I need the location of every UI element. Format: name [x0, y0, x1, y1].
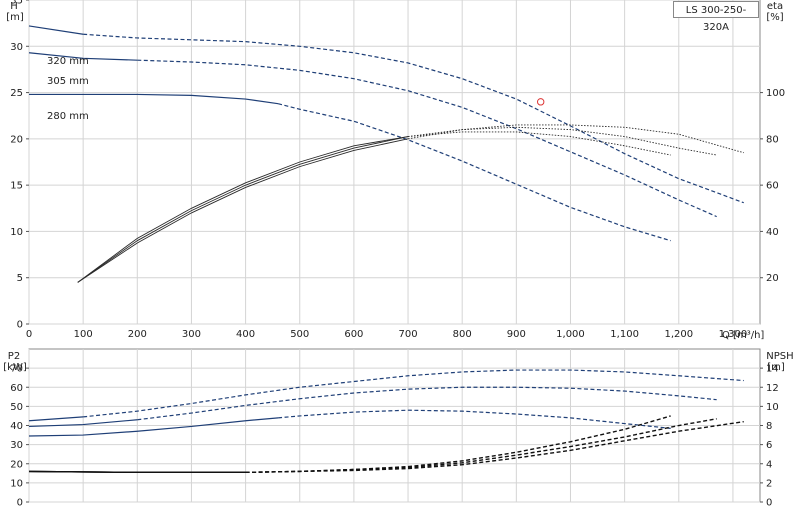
top-series-4-solid: [77, 136, 409, 283]
x-tick-label: 200: [128, 329, 147, 340]
x-tick-label: 1,100: [610, 329, 639, 340]
x-tick-label: 100: [74, 329, 93, 340]
curve-label-280: 280 mm: [47, 111, 89, 122]
x-tick-label: 1,200: [664, 329, 693, 340]
x-tick-label: 600: [344, 329, 363, 340]
bottom-right-axis-label-2: [m]: [767, 362, 785, 373]
curve-label-305: 305 mm: [47, 76, 89, 87]
top-y-tick-label: 5: [17, 273, 23, 284]
bottom-y-tick-label: 50: [10, 402, 23, 413]
bottom-series-0-solid: [28, 416, 84, 422]
top-y-tick-label: 10: [10, 227, 23, 238]
top-y2-tick-label: 80: [766, 134, 779, 145]
top-right-axis-label-2: [%]: [766, 12, 783, 23]
bottom-right-axis-label-1: NPSH: [766, 351, 793, 362]
x-tick-label: 900: [507, 329, 526, 340]
bottom-y2-tick-label: 8: [766, 421, 772, 432]
top-y-tick-label: 0: [17, 320, 23, 331]
top-right-axis-label-1: eta: [767, 1, 783, 12]
chart-labels: H [m] eta [%] Q [m³/h] P2 [kW] NPSH [m] …: [3, 1, 793, 373]
bottom-chart-grid: 01020304050607002468101214: [10, 348, 779, 509]
x-tick-label: 800: [453, 329, 472, 340]
top-series-0-solid: [28, 25, 84, 35]
bottom-y-tick-label: 0: [17, 498, 23, 509]
top-y-tick-label: 30: [10, 42, 23, 53]
bottom-y2-tick-label: 4: [766, 459, 772, 470]
top-y-tick-label: 25: [10, 88, 23, 99]
x-tick-label: 400: [236, 329, 255, 340]
pump-model-title: LS 300-250-320A: [673, 1, 759, 33]
x-tick-label: 500: [290, 329, 309, 340]
top-chart-grid: 0 100 200 300 400 500 600 700 800 900 1,000 1,100 1,…: [10, 0, 785, 340]
top-y2-tick-label: 100: [766, 88, 785, 99]
x-tick-label: 0: [26, 329, 32, 340]
bottom-y2-tick-label: 10: [766, 402, 779, 413]
duty-point-marker: [537, 98, 545, 106]
top-y-tick-label: 20: [10, 134, 23, 145]
bottom-y-tick-label: 20: [10, 459, 23, 470]
top-series-5-solid: [77, 136, 409, 283]
top-plot-frame: [28, 0, 761, 325]
top-left-axis-label-1: H: [10, 1, 18, 12]
top-series-5-dashed: [407, 131, 671, 156]
top-series-0-dashed: [83, 33, 744, 204]
top-y2-tick-label: 40: [766, 227, 779, 238]
curve-label-320: 320 mm: [47, 56, 89, 67]
bottom-y2-tick-label: 6: [766, 440, 772, 451]
bottom-y-tick-label: 60: [10, 383, 23, 394]
bottom-chart-curves: [28, 369, 744, 474]
bottom-left-axis-label-2: [kW]: [3, 362, 27, 373]
x-tick-label: 700: [398, 329, 417, 340]
top-y-tick-label: 15: [10, 181, 23, 192]
x-axis-label: Q [m³/h]: [722, 330, 764, 341]
pump-performance-chart: 0 100 200 300 400 500 600 700 800 900 1,000 1,100 1,…: [3, 0, 794, 509]
top-series-2-dashed: [277, 103, 671, 242]
bottom-y2-tick-label: 2: [766, 478, 772, 489]
bottom-y-tick-label: 10: [10, 478, 23, 489]
bottom-series-5-dashed: [245, 420, 744, 474]
top-series-4-dashed: [407, 126, 717, 156]
bottom-y2-tick-label: 0: [766, 498, 772, 509]
top-y2-tick-label: 20: [766, 273, 779, 284]
bottom-series-4-dashed: [245, 418, 717, 474]
top-chart-curves: [28, 25, 744, 283]
top-y2-tick-label: 60: [766, 181, 779, 192]
x-tick-label: 300: [182, 329, 201, 340]
top-left-axis-label-2: [m]: [6, 12, 24, 23]
bottom-y-tick-label: 30: [10, 440, 23, 451]
bottom-series-2-solid: [28, 417, 279, 437]
top-series-3-solid: [77, 138, 409, 283]
bottom-left-axis-label-1: P2: [8, 351, 20, 362]
x-tick-label: 1,000: [556, 329, 585, 340]
bottom-y-tick-label: 40: [10, 421, 23, 432]
bottom-series-1-dashed: [137, 386, 717, 421]
top-series-2-solid: [29, 93, 279, 105]
bottom-series-0-dashed: [83, 369, 744, 418]
bottom-y2-tick-label: 12: [766, 383, 779, 394]
